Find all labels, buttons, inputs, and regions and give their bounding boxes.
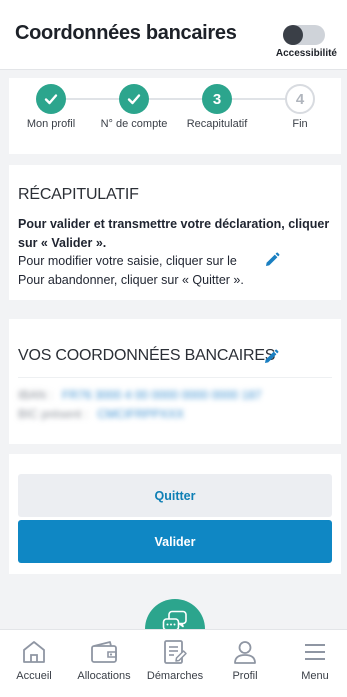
bank-details-card: VOS COORDONNÉES BANCAIRES IBAN : FR76 30… — [9, 319, 341, 444]
toggle-knob — [283, 25, 303, 45]
quit-button[interactable]: Quitter — [18, 474, 332, 517]
recap-instructions: Pour valider et transmettre votre déclar… — [18, 215, 336, 289]
bic-value: CMCIFRPPXXX — [97, 407, 185, 421]
step-numero-compte: N° de compte — [94, 84, 174, 130]
step-number: 4 — [285, 84, 315, 114]
step-label: Mon profil — [26, 118, 76, 130]
document-edit-icon — [164, 640, 187, 664]
recap-card: RÉCAPITULATIF Pour valider et transmettr… — [9, 165, 341, 300]
nav-label: Allocations — [77, 670, 131, 682]
step-label: Recapitulatif — [186, 118, 248, 130]
wallet-icon — [91, 641, 117, 663]
divider — [18, 377, 332, 378]
home-icon — [23, 641, 45, 663]
iban-row: IBAN : FR76 3000 4 00 0000 0000 0000 187 — [18, 388, 262, 402]
check-icon — [36, 84, 66, 114]
pencil-icon — [266, 252, 280, 266]
recap-line-validate: Pour valider et transmettre votre déclar… — [18, 217, 330, 250]
step-label: Fin — [292, 118, 308, 130]
nav-item-accueil[interactable]: Accueil — [0, 639, 69, 682]
nav-item-demarches[interactable]: Démarches — [140, 639, 210, 682]
step-fin: 4 Fin — [260, 84, 340, 130]
check-icon — [119, 84, 149, 114]
bic-row: BIC présent : CMCIFRPPXXX — [18, 407, 184, 421]
nav-label: Profil — [232, 670, 258, 682]
recap-title: RÉCAPITULATIF — [18, 186, 139, 203]
bottom-navigation: Accueil Allocations Démarches Profil Men… — [0, 629, 347, 697]
step-label: N° de compte — [100, 118, 168, 130]
nav-label: Démarches — [146, 670, 204, 682]
validate-button[interactable]: Valider — [18, 520, 332, 563]
recap-line-modify: Pour modifier votre saisie, cliquer sur … — [18, 254, 237, 268]
accessibility-label: Accessibilité — [275, 48, 337, 59]
accessibility-toggle[interactable] — [283, 25, 325, 45]
pencil-icon[interactable] — [262, 348, 280, 366]
nav-item-menu[interactable]: Menu — [280, 639, 347, 682]
iban-value: FR76 3000 4 00 0000 0000 0000 187 — [62, 388, 262, 402]
nav-item-profil[interactable]: Profil — [210, 639, 280, 682]
app-header: Coordonnées bancaires Accessibilité — [0, 0, 347, 70]
bank-details-title: VOS COORDONNÉES BANCAIRES — [18, 347, 276, 364]
bic-label: BIC présent : — [18, 407, 89, 421]
nav-label: Accueil — [16, 670, 52, 682]
user-icon — [234, 641, 256, 664]
step-recapitulatif: 3 Recapitulatif — [177, 84, 257, 130]
menu-icon — [305, 644, 325, 660]
nav-label: Menu — [301, 670, 329, 682]
step-mon-profil: Mon profil — [11, 84, 91, 130]
progress-stepper: Mon profil N° de compte 3 Recapitulatif … — [9, 78, 341, 154]
actions-card: Quitter Valider — [9, 454, 341, 574]
step-number: 3 — [202, 84, 232, 114]
recap-line-quit: Pour abandonner, cliquer sur « Quitter »… — [18, 272, 244, 287]
nav-item-allocations[interactable]: Allocations — [69, 639, 139, 682]
iban-label: IBAN : — [18, 388, 53, 402]
page-title: Coordonnées bancaires — [15, 22, 237, 44]
